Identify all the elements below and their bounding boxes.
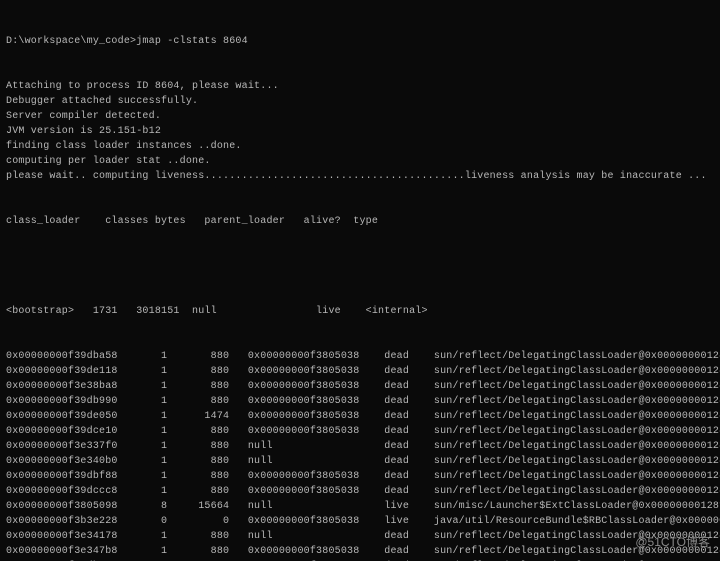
watermark: @51CTO博客 — [635, 533, 710, 551]
table-row: 0x00000000f3b3e228 0 0 0x00000000f380503… — [6, 514, 714, 529]
terminal[interactable]: D:\workspace\my_code>jmap -clstats 8604 … — [0, 0, 720, 561]
table-row: 0x00000000f39de118 1 880 0x00000000f3805… — [6, 364, 714, 379]
table-row: 0x00000000f39dbf88 1 880 0x00000000f3805… — [6, 469, 714, 484]
table-row: 0x00000000f39dce10 1 880 0x00000000f3805… — [6, 424, 714, 439]
table-row: 0x00000000f3e347b8 1 880 0x00000000f3805… — [6, 544, 714, 559]
preamble-block: Attaching to process ID 8604, please wai… — [6, 79, 714, 184]
preamble-line: finding class loader instances ..done. — [6, 139, 714, 154]
preamble-line: Server compiler detected. — [6, 109, 714, 124]
blank-line — [6, 259, 714, 274]
table-row: 0x00000000f39db990 1 880 0x00000000f3805… — [6, 394, 714, 409]
table-row: 0x00000000f3e38ba8 1 880 0x00000000f3805… — [6, 379, 714, 394]
prompt-line: D:\workspace\my_code>jmap -clstats 8604 — [6, 34, 714, 49]
preamble-line: Debugger attached successfully. — [6, 94, 714, 109]
preamble-line: please wait.. computing liveness........… — [6, 169, 714, 184]
table-body: 0x00000000f39dba58 1 880 0x00000000f3805… — [6, 349, 714, 561]
table-row: 0x00000000f3805098 8 15664 null live sun… — [6, 499, 714, 514]
table-row: 0x00000000f39de050 1 1474 0x00000000f380… — [6, 409, 714, 424]
table-row: 0x00000000f3e34178 1 880 null dead sun/r… — [6, 529, 714, 544]
table-row: 0x00000000f39dccc8 1 880 0x00000000f3805… — [6, 484, 714, 499]
table-row: 0x00000000f39dba58 1 880 0x00000000f3805… — [6, 349, 714, 364]
bootstrap-row: <bootstrap> 1731 3018151 null live <inte… — [6, 304, 714, 319]
table-row: 0x00000000f3e340b0 1 880 null dead sun/r… — [6, 454, 714, 469]
column-headers: class_loader classes bytes parent_loader… — [6, 214, 714, 229]
preamble-line: Attaching to process ID 8604, please wai… — [6, 79, 714, 94]
table-row: 0x00000000f3e337f0 1 880 null dead sun/r… — [6, 439, 714, 454]
preamble-line: JVM version is 25.151-b12 — [6, 124, 714, 139]
preamble-line: computing per loader stat ..done. — [6, 154, 714, 169]
